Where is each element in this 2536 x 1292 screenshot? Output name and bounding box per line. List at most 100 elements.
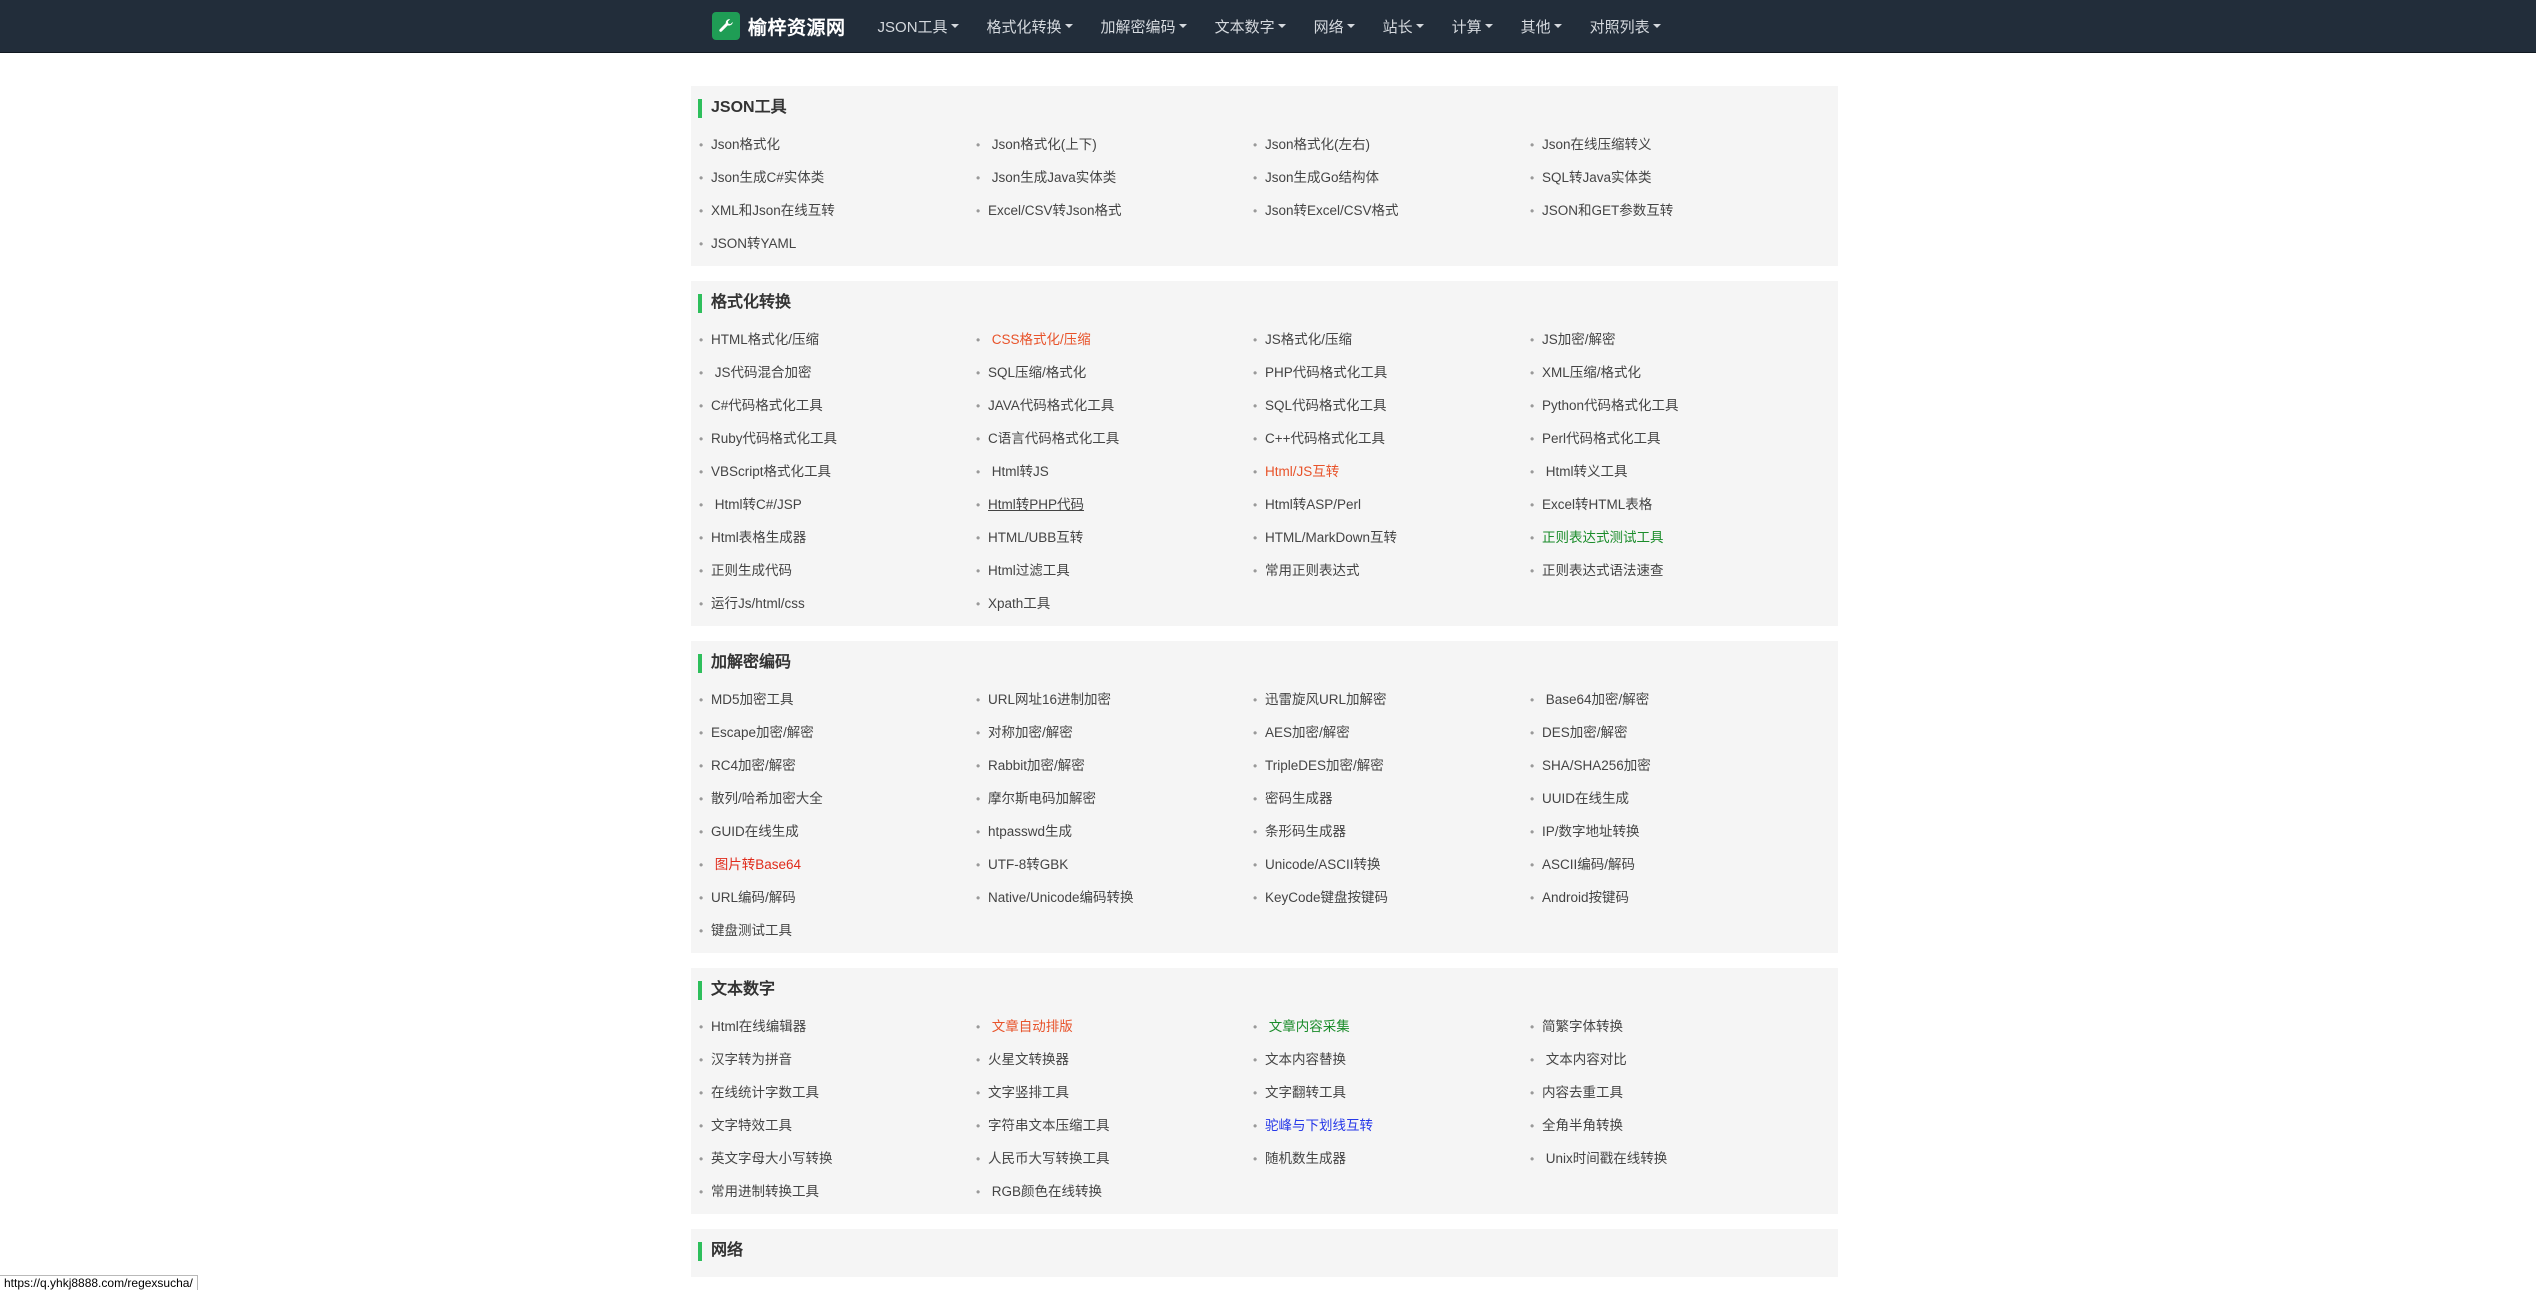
tool-link[interactable]: • 在线统计字数工具 [699,1076,976,1109]
tool-link[interactable]: • C#代码格式化工具 [699,389,976,422]
tool-link[interactable]: • 内容去重工具 [1530,1076,1807,1109]
tool-link[interactable]: • 字符串文本压缩工具 [976,1109,1253,1142]
tool-link[interactable]: • Html过滤工具 [976,554,1253,587]
tool-link[interactable]: • Perl代码格式化工具 [1530,422,1807,455]
tool-link[interactable]: • HTML/UBB互转 [976,521,1253,554]
tool-link[interactable]: • 对称加密/解密 [976,716,1253,749]
tool-link[interactable]: • DES加密/解密 [1530,716,1807,749]
tool-link[interactable]: • C语言代码格式化工具 [976,422,1253,455]
tool-link[interactable]: • C++代码格式化工具 [1253,422,1530,455]
tool-link[interactable]: • Json格式化 [699,128,976,161]
tool-link[interactable]: • Html转ASP/Perl [1253,488,1530,521]
tool-link[interactable]: • Unicode/ASCII转换 [1253,848,1530,881]
tool-link[interactable]: • Json格式化(上下) [976,128,1253,161]
tool-link[interactable]: • Html在线编辑器 [699,1010,976,1043]
tool-link[interactable]: • Excel转HTML表格 [1530,488,1807,521]
tool-link[interactable]: • KeyCode键盘按键码 [1253,881,1530,914]
tool-link[interactable]: • JS加密/解密 [1530,323,1807,356]
tool-link[interactable]: • 键盘测试工具 [699,914,976,947]
tool-link[interactable]: • 英文字母大小写转换 [699,1142,976,1175]
tool-link[interactable]: • 驼峰与下划线互转 [1253,1109,1530,1142]
tool-link[interactable]: • Json生成Go结构体 [1253,161,1530,194]
tool-link[interactable]: • SQL代码格式化工具 [1253,389,1530,422]
tool-link[interactable]: • 正则生成代码 [699,554,976,587]
tool-link[interactable]: • URL编码/解码 [699,881,976,914]
tool-link[interactable]: • 人民币大写转换工具 [976,1142,1253,1175]
tool-link[interactable]: • PHP代码格式化工具 [1253,356,1530,389]
tool-link[interactable]: • 文字竖排工具 [976,1076,1253,1109]
nav-item-0[interactable]: JSON工具 [864,0,973,52]
tool-link[interactable]: • 摩尔斯电码加解密 [976,782,1253,815]
tool-link[interactable]: • 文章内容采集 [1253,1010,1530,1043]
tool-link[interactable]: • Rabbit加密/解密 [976,749,1253,782]
tool-link[interactable]: • Html/JS互转 [1253,455,1530,488]
nav-item-2[interactable]: 加解密编码 [1087,0,1201,52]
tool-link[interactable]: • MD5加密工具 [699,683,976,716]
tool-link[interactable]: • Html转C#/JSP [699,488,976,521]
tool-link[interactable]: • 迅雷旋风URL加解密 [1253,683,1530,716]
tool-link[interactable]: • htpasswd生成 [976,815,1253,848]
tool-link[interactable]: • Json在线压缩转义 [1530,128,1807,161]
tool-link[interactable]: • 文字特效工具 [699,1109,976,1142]
tool-link[interactable]: • Html转PHP代码 [976,488,1253,521]
nav-item-6[interactable]: 计算 [1438,0,1507,52]
tool-link[interactable]: • CSS格式化/压缩 [976,323,1253,356]
tool-link[interactable]: • 文本内容替换 [1253,1043,1530,1076]
tool-link[interactable]: • Json生成Java实体类 [976,161,1253,194]
tool-link[interactable]: • JSON和GET参数互转 [1530,194,1807,227]
tool-link[interactable]: • Json生成C#实体类 [699,161,976,194]
tool-link[interactable]: • 条形码生成器 [1253,815,1530,848]
tool-link[interactable]: • Html转JS [976,455,1253,488]
tool-link[interactable]: • AES加密/解密 [1253,716,1530,749]
tool-link[interactable]: • Escape加密/解密 [699,716,976,749]
tool-link[interactable]: • SHA/SHA256加密 [1530,749,1807,782]
nav-item-8[interactable]: 对照列表 [1576,0,1675,52]
tool-link[interactable]: • XML压缩/格式化 [1530,356,1807,389]
tool-link[interactable]: • Json转Excel/CSV格式 [1253,194,1530,227]
tool-link[interactable]: • JAVA代码格式化工具 [976,389,1253,422]
tool-link[interactable]: • 散列/哈希加密大全 [699,782,976,815]
tool-link[interactable]: • 随机数生成器 [1253,1142,1530,1175]
nav-item-1[interactable]: 格式化转换 [973,0,1087,52]
nav-item-4[interactable]: 网络 [1300,0,1369,52]
tool-link[interactable]: • HTML/MarkDown互转 [1253,521,1530,554]
tool-link[interactable]: • 密码生成器 [1253,782,1530,815]
tool-link[interactable]: • Base64加密/解密 [1530,683,1807,716]
tool-link[interactable]: • UTF-8转GBK [976,848,1253,881]
nav-item-7[interactable]: 其他 [1507,0,1576,52]
tool-link[interactable]: • Excel/CSV转Json格式 [976,194,1253,227]
tool-link[interactable]: • 文本内容对比 [1530,1043,1807,1076]
tool-link[interactable]: • JS代码混合加密 [699,356,976,389]
tool-link[interactable]: • ASCII编码/解码 [1530,848,1807,881]
tool-link[interactable]: • RC4加密/解密 [699,749,976,782]
tool-link[interactable]: • JS格式化/压缩 [1253,323,1530,356]
tool-link[interactable]: • 常用进制转换工具 [699,1175,976,1208]
tool-link[interactable]: • Native/Unicode编码转换 [976,881,1253,914]
tool-link[interactable]: • JSON转YAML [699,227,976,260]
nav-item-5[interactable]: 站长 [1369,0,1438,52]
tool-link[interactable]: • 文章自动排版 [976,1010,1253,1043]
nav-item-3[interactable]: 文本数字 [1201,0,1300,52]
tool-link[interactable]: • VBScript格式化工具 [699,455,976,488]
tool-link[interactable]: • Python代码格式化工具 [1530,389,1807,422]
tool-link[interactable]: • Unix时间戳在线转换 [1530,1142,1807,1175]
tool-link[interactable]: • URL网址16进制加密 [976,683,1253,716]
tool-link[interactable]: • Json格式化(左右) [1253,128,1530,161]
tool-link[interactable]: • 文字翻转工具 [1253,1076,1530,1109]
tool-link[interactable]: • 运行Js/html/css [699,587,976,620]
tool-link[interactable]: • UUID在线生成 [1530,782,1807,815]
tool-link[interactable]: • SQL压缩/格式化 [976,356,1253,389]
tool-link[interactable]: • 图片转Base64 [699,848,976,881]
tool-link[interactable]: • Android按键码 [1530,881,1807,914]
tool-link[interactable]: • Html表格生成器 [699,521,976,554]
tool-link[interactable]: • TripleDES加密/解密 [1253,749,1530,782]
tool-link[interactable]: • 简繁字体转换 [1530,1010,1807,1043]
tool-link[interactable]: • 全角半角转换 [1530,1109,1807,1142]
tool-link[interactable]: • IP/数字地址转换 [1530,815,1807,848]
tool-link[interactable]: • 火星文转换器 [976,1043,1253,1076]
tool-link[interactable]: • HTML格式化/压缩 [699,323,976,356]
brand-logo[interactable]: 榆梓资源网 [712,12,846,40]
tool-link[interactable]: • 正则表达式语法速查 [1530,554,1807,587]
tool-link[interactable]: • 汉字转为拼音 [699,1043,976,1076]
tool-link[interactable]: • SQL转Java实体类 [1530,161,1807,194]
